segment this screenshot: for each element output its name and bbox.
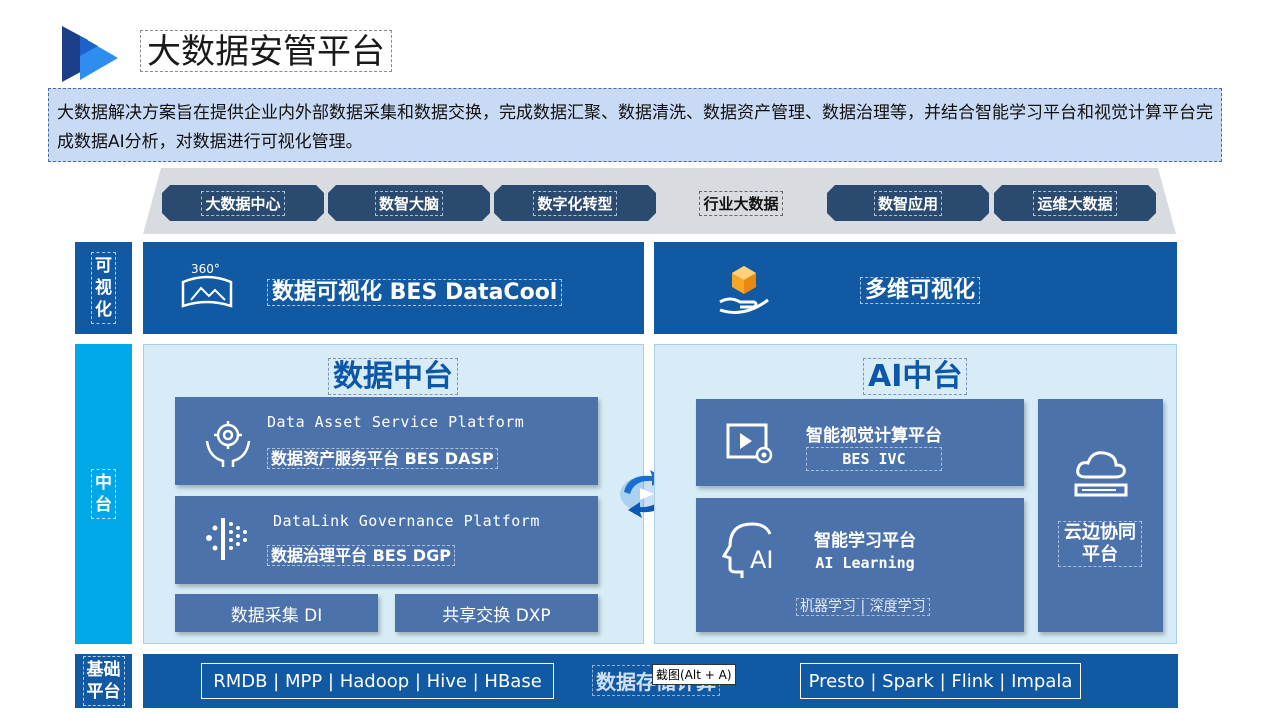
- visual-panel-right[interactable]: 多维可视化: [654, 242, 1177, 334]
- category-tag-6[interactable]: 运维大数据: [994, 185, 1156, 221]
- data-platform-title: 数据中台: [328, 358, 458, 395]
- storage-tech-box[interactable]: RMDB | MPP | Hadoop | Hive | HBase: [201, 663, 554, 699]
- ai-platform-title-wrap: AI中台: [863, 351, 968, 395]
- dgp-chinese: 数据治理平台 BES DGP: [267, 545, 455, 566]
- visual-left-title-wrap: 数据可视化 BES DataCool: [267, 274, 563, 306]
- visual-right-title: 多维可视化: [860, 277, 981, 304]
- visual-right-title-wrap: 多维可视化: [860, 272, 981, 304]
- storage-tech-list: RMDB | MPP | Hadoop | Hive | HBase: [213, 670, 542, 692]
- ai-platform-title: AI中台: [863, 358, 968, 395]
- di-label: 数据采集 DI: [230, 605, 323, 626]
- ivc-text-wrap: 智能视觉计算平台 BES IVC: [806, 425, 942, 471]
- compute-tech-box[interactable]: Presto | Spark | Flink | Impala: [800, 663, 1081, 699]
- learning-text-wrap: 智能学习平台 AI Learning: [814, 530, 916, 574]
- dgp-english: DataLink Governance Platform: [273, 512, 540, 530]
- compute-tech-list: Presto | Spark | Flink | Impala: [808, 670, 1073, 692]
- di-card[interactable]: 数据采集 DI: [175, 594, 378, 632]
- ivc-english: BES IVC: [806, 447, 942, 471]
- dasp-chinese-wrap: 数据资产服务平台 BES DASP: [267, 445, 498, 469]
- category-tag-5[interactable]: 数智应用: [827, 185, 989, 221]
- data-platform-panel: 数据中台 Data Asset Service Platform 数据资产服务平…: [143, 344, 644, 644]
- visual-panel-left[interactable]: 360° 数据可视化 BES DataCool: [143, 242, 644, 334]
- dgp-chinese-wrap: 数据治理平台 BES DGP: [267, 542, 455, 566]
- category-tag-3[interactable]: 数字化转型: [494, 185, 656, 221]
- dasp-english: Data Asset Service Platform: [267, 413, 525, 431]
- panorama-badge: 360°: [191, 262, 220, 276]
- category-tag-2[interactable]: 数智大脑: [328, 185, 490, 221]
- learning-english: AI Learning: [815, 554, 915, 572]
- hand-cube-icon: [719, 266, 769, 314]
- gear-hands-icon: [205, 421, 251, 467]
- side-label-visual: 可 视 化: [75, 242, 132, 334]
- data-platform-title-wrap: 数据中台: [328, 351, 458, 395]
- cloud-edge-card[interactable]: 云边协同 平台: [1038, 399, 1163, 632]
- ai-head-icon: AI: [722, 522, 774, 578]
- video-settings-icon: [726, 423, 773, 464]
- dgp-card[interactable]: DataLink Governance Platform 数据治理平台 BES …: [175, 496, 598, 584]
- screenshot-tooltip: 截图(Alt + A): [652, 664, 736, 685]
- learning-subtitle: 机器学习 | 深度学习: [796, 598, 930, 616]
- learning-chinese: 智能学习平台: [814, 531, 916, 551]
- data-governance-icon: [206, 518, 247, 560]
- side-label-middle: 中 台: [75, 344, 132, 644]
- ivc-card[interactable]: 智能视觉计算平台 BES IVC: [696, 399, 1024, 486]
- dasp-card[interactable]: Data Asset Service Platform 数据资产服务平台 BES…: [175, 397, 598, 485]
- learning-sub-wrap: 机器学习 | 深度学习: [796, 596, 930, 616]
- dasp-chinese: 数据资产服务平台 BES DASP: [267, 448, 498, 469]
- description-banner: 大数据解决方案旨在提供企业内外部数据采集和数据交换，完成数据汇聚、数据清洗、数据…: [48, 88, 1222, 162]
- side-label-base: 基础 平台: [75, 654, 132, 708]
- cloud-edge-label: 云边协同 平台: [1058, 521, 1142, 567]
- ivc-chinese: 智能视觉计算平台: [806, 426, 942, 446]
- page-title: 大数据安管平台: [140, 30, 392, 72]
- category-tag-4[interactable]: 行业大数据: [660, 185, 822, 221]
- ai-learning-card[interactable]: AI 智能学习平台 AI Learning 机器学习 | 深度学习: [696, 498, 1024, 632]
- dxp-card[interactable]: 共享交换 DXP: [395, 594, 598, 632]
- category-tag-1[interactable]: 大数据中心: [162, 185, 324, 221]
- cloud-server-icon: [1074, 451, 1128, 497]
- svg-text:AI: AI: [750, 546, 774, 574]
- dxp-label: 共享交换 DXP: [442, 605, 551, 626]
- visual-left-title: 数据可视化 BES DataCool: [267, 279, 563, 306]
- brand-logo-icon: [62, 26, 118, 82]
- ai-platform-panel: AI中台 智能视觉计算平台 BES IVC AI 智能学习平台 AI Learn…: [654, 344, 1177, 644]
